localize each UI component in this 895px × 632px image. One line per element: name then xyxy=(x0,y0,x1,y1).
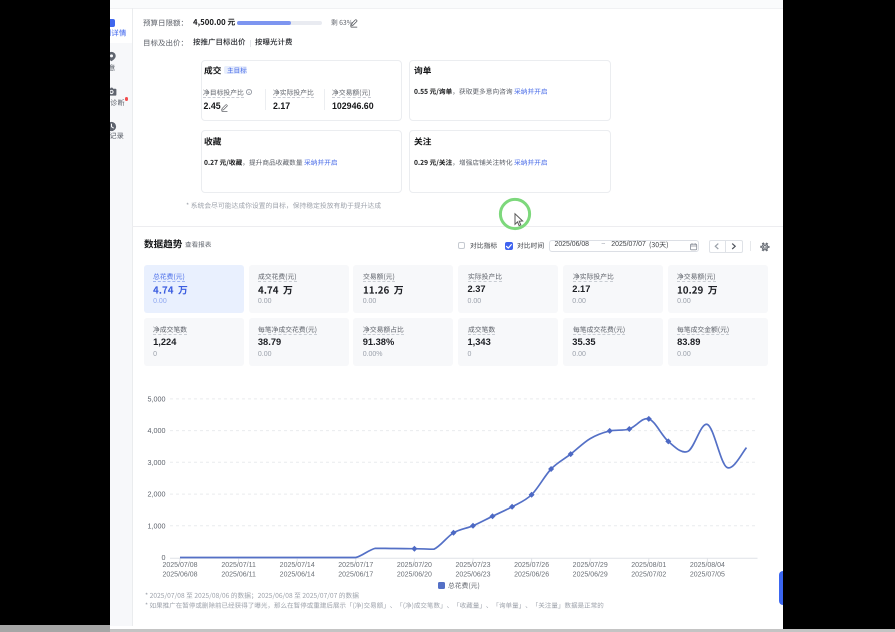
svg-text:2025/06/11: 2025/06/11 xyxy=(221,572,256,579)
svg-text:3,000: 3,000 xyxy=(148,458,166,467)
svg-text:2025/07/20: 2025/07/20 xyxy=(397,562,432,569)
svg-text:2025/06/17: 2025/06/17 xyxy=(338,572,373,579)
svg-text:2,000: 2,000 xyxy=(148,490,166,499)
svg-text:2025/08/04: 2025/08/04 xyxy=(690,562,725,569)
svg-text:2025/06/20: 2025/06/20 xyxy=(397,572,432,579)
svg-text:2025/07/23: 2025/07/23 xyxy=(455,562,490,569)
svg-text:1,000: 1,000 xyxy=(148,521,166,530)
svg-text:2025/07/29: 2025/07/29 xyxy=(573,562,608,569)
svg-text:5,000: 5,000 xyxy=(148,395,166,404)
svg-text:2025/07/02: 2025/07/02 xyxy=(631,572,666,579)
svg-text:0: 0 xyxy=(162,553,166,562)
svg-text:2025/06/26: 2025/06/26 xyxy=(514,572,549,579)
svg-text:2025/06/08: 2025/06/08 xyxy=(162,572,197,579)
svg-text:4,000: 4,000 xyxy=(148,426,166,435)
svg-text:2025/07/05: 2025/07/05 xyxy=(690,572,725,579)
svg-text:2025/08/01: 2025/08/01 xyxy=(631,562,666,569)
svg-text:2025/06/14: 2025/06/14 xyxy=(280,572,315,579)
svg-text:2025/06/23: 2025/06/23 xyxy=(455,572,490,579)
svg-text:2025/07/08: 2025/07/08 xyxy=(162,562,197,569)
svg-text:2025/07/14: 2025/07/14 xyxy=(280,562,315,569)
svg-text:2025/06/29: 2025/06/29 xyxy=(573,572,608,579)
svg-text:2025/07/17: 2025/07/17 xyxy=(338,562,373,569)
svg-text:2025/07/26: 2025/07/26 xyxy=(514,562,549,569)
svg-text:2025/07/11: 2025/07/11 xyxy=(221,562,256,569)
